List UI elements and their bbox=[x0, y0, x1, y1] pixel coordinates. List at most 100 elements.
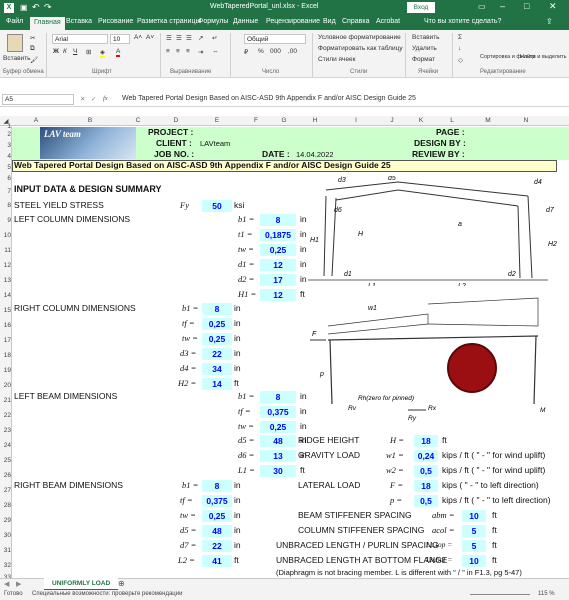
grow-font-icon[interactable]: A˄ bbox=[134, 34, 142, 41]
input-value[interactable]: 0,25 bbox=[202, 510, 232, 522]
right-input-value[interactable]: 0,5 bbox=[414, 495, 438, 507]
input-value[interactable]: 14 bbox=[202, 378, 232, 390]
row-header[interactable]: 8 bbox=[0, 202, 11, 209]
col-header[interactable]: D bbox=[156, 117, 196, 124]
tab-page-layout[interactable]: Разметка страницы bbox=[137, 18, 201, 25]
format-painter-icon[interactable]: 🖌 bbox=[30, 56, 38, 64]
input-value[interactable]: 0,375 bbox=[260, 406, 296, 418]
right-input-value[interactable]: 0,24 bbox=[414, 450, 438, 462]
underline-button[interactable]: Ч bbox=[73, 48, 77, 55]
row-header[interactable]: 21 bbox=[0, 397, 11, 404]
next-sheet-icon[interactable]: ▶ bbox=[16, 580, 21, 588]
input-value[interactable]: 22 bbox=[202, 540, 232, 552]
col-header[interactable]: L bbox=[434, 117, 470, 124]
row-header[interactable]: 18 bbox=[0, 352, 11, 359]
right-input-value[interactable]: 10 bbox=[462, 555, 486, 567]
tab-data[interactable]: Данные bbox=[233, 18, 258, 25]
col-header[interactable]: J bbox=[376, 117, 408, 124]
row-header[interactable]: 25 bbox=[0, 457, 11, 464]
tab-file[interactable]: Файл bbox=[6, 18, 23, 25]
row-header[interactable]: 14 bbox=[0, 292, 11, 299]
row-header[interactable]: 31 bbox=[0, 547, 11, 554]
input-value[interactable]: 8 bbox=[202, 480, 232, 492]
col-header[interactable]: H bbox=[294, 117, 336, 124]
row-header[interactable]: 13 bbox=[0, 277, 11, 284]
tab-acrobat[interactable]: Acrobat bbox=[376, 18, 400, 25]
input-value[interactable]: 0,25 bbox=[260, 421, 296, 433]
input-value[interactable]: 8 bbox=[260, 391, 296, 403]
format-cells-button[interactable]: Формат bbox=[412, 56, 435, 63]
currency-icon[interactable]: ₽ bbox=[244, 48, 248, 56]
input-value[interactable]: 13 bbox=[260, 450, 296, 462]
input-value[interactable]: 17 bbox=[260, 274, 296, 286]
row-header[interactable]: 10 bbox=[0, 232, 11, 239]
row-header[interactable]: 9 bbox=[0, 217, 11, 224]
percent-icon[interactable]: % bbox=[258, 48, 264, 55]
row-header[interactable]: 20 bbox=[0, 382, 11, 389]
autosum-icon[interactable]: Σ bbox=[458, 34, 462, 41]
tab-help[interactable]: Справка bbox=[342, 18, 369, 25]
copy-icon[interactable]: ⧉ bbox=[30, 45, 35, 53]
add-sheet-icon[interactable]: ⊕ bbox=[118, 579, 125, 588]
col-header[interactable]: N bbox=[506, 117, 546, 124]
input-value[interactable]: 0,375 bbox=[202, 495, 232, 507]
row-header[interactable]: 30 bbox=[0, 532, 11, 539]
row-header[interactable]: 23 bbox=[0, 427, 11, 434]
italic-button[interactable]: К bbox=[63, 48, 67, 55]
row-header[interactable]: 32 bbox=[0, 562, 11, 569]
row-header[interactable]: 11 bbox=[0, 247, 11, 254]
input-value[interactable]: 8 bbox=[260, 214, 296, 226]
tab-formulas[interactable]: Формулы bbox=[198, 18, 228, 25]
col-header[interactable]: G bbox=[274, 117, 294, 124]
input-value[interactable]: 12 bbox=[260, 259, 296, 271]
name-box[interactable]: A5 bbox=[2, 94, 74, 105]
fill-color-icon[interactable]: ◈ bbox=[100, 48, 105, 58]
row-header[interactable]: 4 bbox=[0, 153, 11, 160]
tab-draw[interactable]: Рисование bbox=[98, 18, 133, 25]
col-header[interactable]: M bbox=[470, 117, 506, 124]
bold-button[interactable]: Ж bbox=[53, 48, 59, 55]
cell-styles-button[interactable]: Стили ячеек bbox=[318, 56, 356, 63]
wrap-text-icon[interactable]: ↵ bbox=[212, 34, 217, 42]
worksheet[interactable]: LAV team PROJECT : CLIENT : LAVteam JOB … bbox=[12, 126, 569, 578]
input-value[interactable]: 0,25 bbox=[260, 244, 296, 256]
merge-icon[interactable]: ⇔ bbox=[212, 48, 219, 55]
row-header[interactable]: 5 bbox=[0, 164, 11, 171]
tab-review[interactable]: Рецензирование bbox=[266, 18, 320, 25]
right-input-value[interactable]: 18 bbox=[414, 480, 438, 492]
align-left-icon[interactable]: ≡ bbox=[166, 48, 170, 55]
find-select-button[interactable]: Найти и выделить bbox=[520, 54, 566, 60]
cancel-icon[interactable]: ✕ bbox=[80, 95, 85, 103]
paste-button[interactable]: Вставить bbox=[3, 55, 31, 62]
borders-icon[interactable]: ⊞ bbox=[86, 48, 91, 56]
delete-cells-button[interactable]: Удалить bbox=[412, 45, 437, 52]
tell-me-search[interactable]: Что вы хотите сделать? bbox=[424, 18, 501, 25]
zoom-level[interactable]: 115 % bbox=[538, 591, 555, 597]
save-icon[interactable]: ▣ bbox=[20, 3, 28, 12]
input-value[interactable]: 41 bbox=[202, 555, 232, 567]
input-value[interactable]: 0,1875 bbox=[260, 229, 296, 241]
row-header[interactable]: 1 bbox=[0, 123, 11, 130]
col-header[interactable]: C bbox=[120, 117, 156, 124]
row-header[interactable]: 27 bbox=[0, 487, 11, 494]
row-header[interactable]: 3 bbox=[0, 142, 11, 149]
close-button[interactable]: ✕ bbox=[549, 1, 557, 12]
row-header[interactable]: 29 bbox=[0, 517, 11, 524]
fx-icon[interactable]: fx bbox=[103, 95, 108, 102]
input-value[interactable]: 48 bbox=[202, 525, 232, 537]
login-button[interactable]: Вход bbox=[407, 2, 435, 13]
orientation-icon[interactable]: ↗ bbox=[198, 34, 203, 42]
row-header[interactable]: 6 bbox=[0, 175, 11, 182]
comma-icon[interactable]: 000 bbox=[270, 48, 281, 55]
right-input-value[interactable]: 0,5 bbox=[414, 465, 438, 477]
paste-icon[interactable] bbox=[7, 34, 23, 52]
tab-home[interactable]: Главная bbox=[30, 17, 65, 30]
row-header[interactable]: 16 bbox=[0, 322, 11, 329]
row-header[interactable]: 28 bbox=[0, 502, 11, 509]
input-value[interactable]: 50 bbox=[202, 200, 232, 212]
row-header[interactable]: 17 bbox=[0, 337, 11, 344]
row-header[interactable]: 12 bbox=[0, 262, 11, 269]
row-header[interactable]: 7 bbox=[0, 188, 11, 195]
right-input-value[interactable]: 5 bbox=[462, 540, 486, 552]
align-right-icon[interactable]: ≡ bbox=[186, 48, 190, 55]
